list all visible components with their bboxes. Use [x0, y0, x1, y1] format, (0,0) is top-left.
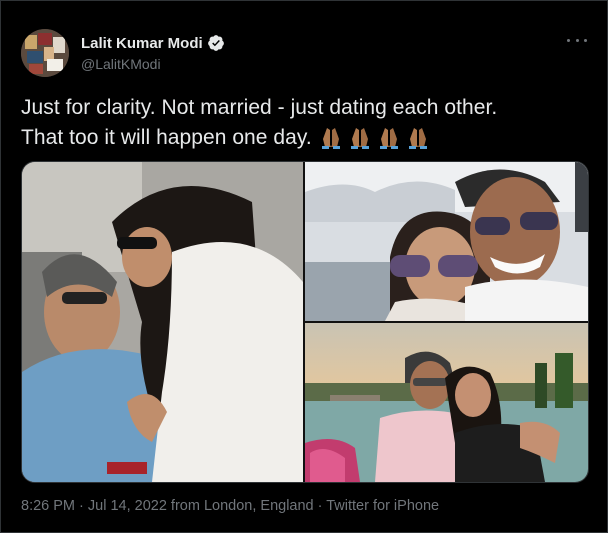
- avatar[interactable]: [21, 29, 69, 77]
- tweet-line-1: Just for clarity. Not married - just dat…: [21, 96, 498, 119]
- tweet-date: Jul 14, 2022: [87, 498, 167, 514]
- tweet-line-2-text: That too it will happen one day.: [21, 126, 312, 149]
- emoji-group: [318, 126, 434, 149]
- tweet-time: 8:26 PM: [21, 498, 75, 514]
- author-handle[interactable]: @LalitKModi: [81, 56, 225, 72]
- verified-badge-icon: [207, 34, 225, 52]
- tweet-line-2: That too it will happen one day.: [21, 123, 581, 153]
- meta-separator: ·: [75, 498, 88, 514]
- author-block: Lalit Kumar Modi @LalitKModi: [81, 33, 225, 72]
- meta-separator: ·: [313, 498, 327, 514]
- more-dot: [575, 38, 579, 42]
- folded-hands-icon: [347, 125, 373, 149]
- folded-hands-icon: [318, 125, 344, 149]
- photo-couple-embrace[interactable]: [22, 162, 303, 482]
- tweet-location: from London, England: [166, 498, 314, 514]
- more-dot: [567, 38, 570, 42]
- tweet-text: Just for clarity. Not married - just dat…: [21, 93, 581, 153]
- more-options-button[interactable]: [567, 35, 587, 45]
- author-name[interactable]: Lalit Kumar Modi: [81, 35, 203, 52]
- more-dot: [584, 38, 587, 42]
- folded-hands-icon: [376, 125, 402, 149]
- photo-couple-selfie[interactable]: [305, 162, 588, 321]
- tweet-meta: 8:26 PM · Jul 14, 2022 from London, Engl…: [21, 498, 439, 514]
- folded-hands-icon: [405, 125, 431, 149]
- media-grid: [21, 161, 589, 483]
- tweet-time-link[interactable]: 8:26 PM · Jul 14, 2022: [21, 498, 167, 514]
- tweet-source-link[interactable]: Twitter for iPhone: [326, 498, 439, 514]
- tweet-card: Lalit Kumar Modi @LalitKModi Just for cl…: [0, 0, 608, 533]
- photo-couple-lakeside[interactable]: [305, 323, 588, 482]
